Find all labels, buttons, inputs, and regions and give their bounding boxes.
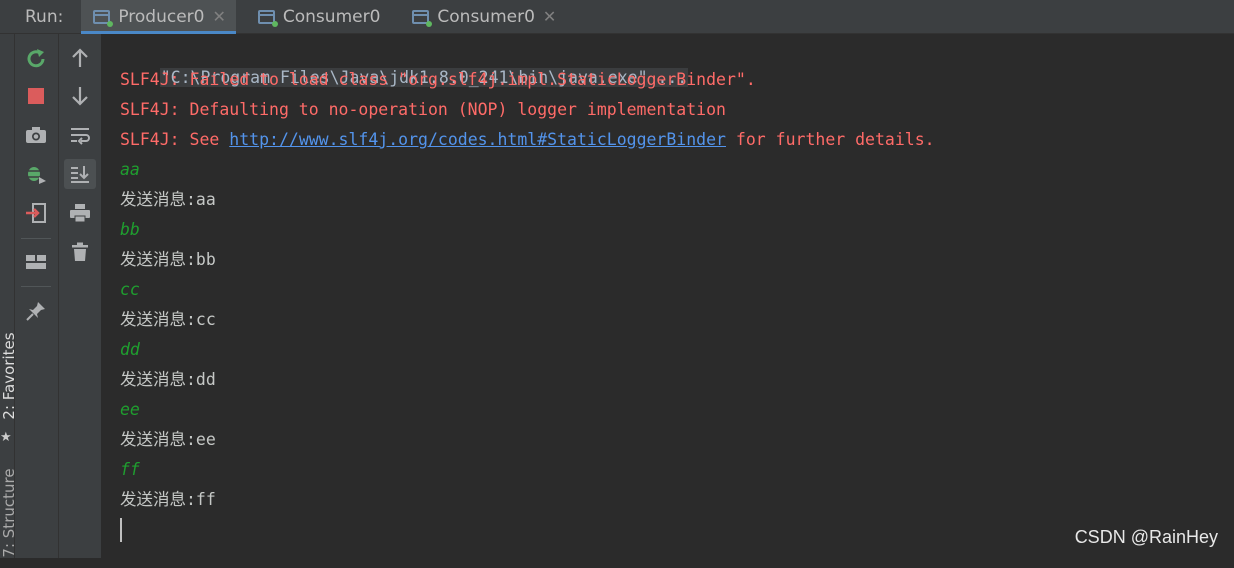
tab-producer0[interactable]: Producer0 ✕ xyxy=(81,0,236,34)
print-icon[interactable] xyxy=(64,198,96,228)
camera-icon[interactable] xyxy=(20,120,52,150)
layout-icon[interactable] xyxy=(20,247,52,277)
trash-icon[interactable] xyxy=(64,237,96,267)
output-line: 发送消息:ee xyxy=(120,430,216,449)
user-input-line: cc xyxy=(120,280,140,299)
user-input-line: ee xyxy=(120,400,140,419)
close-icon[interactable]: ✕ xyxy=(212,7,225,26)
run-toolbar xyxy=(15,34,59,558)
toolbar-separator xyxy=(21,286,51,287)
tab-consumer0-1[interactable]: Consumer0 xyxy=(246,0,391,33)
watermark: CSDN @RainHey xyxy=(1074,527,1218,547)
pin-icon[interactable] xyxy=(20,296,52,326)
scroll-to-end-icon[interactable] xyxy=(64,159,96,189)
tab-label: Consumer0 xyxy=(282,6,381,27)
tab-consumer0-2[interactable]: Consumer0 ✕ xyxy=(400,0,566,33)
run-config-icon xyxy=(257,9,278,27)
toolbar-separator xyxy=(21,238,51,239)
console-toolbar xyxy=(59,34,102,558)
slf4j-warning-3: SLF4J: See http://www.slf4j.org/codes.ht… xyxy=(120,126,935,154)
close-icon[interactable]: ✕ xyxy=(543,7,556,26)
user-input-line: bb xyxy=(120,220,140,239)
user-input-line: dd xyxy=(120,340,140,359)
bug-icon[interactable] xyxy=(20,159,52,189)
output-line: 发送消息:dd xyxy=(120,370,216,389)
slf4j-warning-1: SLF4J: Failed to load class "org.slf4j.i… xyxy=(120,70,756,89)
slf4j-warning-3-suffix: for further details. xyxy=(725,130,935,149)
arrow-up-icon[interactable] xyxy=(64,43,96,73)
soft-wrap-icon[interactable] xyxy=(64,120,96,150)
slf4j-warning-2: SLF4J: Defaulting to no-operation (NOP) … xyxy=(120,100,726,119)
output-line: 发送消息:aa xyxy=(120,190,216,209)
exit-icon[interactable] xyxy=(20,198,52,228)
console-command-line: "C:\Program Files\Java\jdk1.8.0_241\bin\… xyxy=(120,36,689,87)
output-line: 发送消息:ff xyxy=(120,490,216,509)
run-label: Run: xyxy=(25,6,64,27)
text-cursor[interactable] xyxy=(120,518,122,542)
run-tool-window-header: Run: Producer0 ✕ Consumer0 Consumer0 ✕ xyxy=(0,0,1234,34)
user-input-line: aa xyxy=(120,160,140,179)
run-config-icon xyxy=(412,9,433,27)
arrow-down-icon[interactable] xyxy=(64,81,96,111)
slf4j-warning-3-prefix: SLF4J: See xyxy=(120,130,230,149)
side-tool-strip: 2: Favorites ★ 7: Structure xyxy=(0,34,18,558)
console-output[interactable]: "C:\Program Files\Java\jdk1.8.0_241\bin\… xyxy=(102,34,1234,558)
tab-label: Consumer0 xyxy=(437,6,535,27)
slf4j-codes-link[interactable]: http://www.slf4j.org/codes.html#StaticLo… xyxy=(229,130,726,149)
rerun-icon[interactable] xyxy=(20,43,52,73)
run-config-icon xyxy=(93,9,114,27)
user-input-line: ff xyxy=(120,460,140,479)
star-icon: ★ xyxy=(0,430,12,445)
output-line: 发送消息:cc xyxy=(120,310,216,329)
output-line: 发送消息:bb xyxy=(120,250,216,269)
stop-icon[interactable] xyxy=(20,81,52,111)
tab-label: Producer0 xyxy=(118,6,205,27)
